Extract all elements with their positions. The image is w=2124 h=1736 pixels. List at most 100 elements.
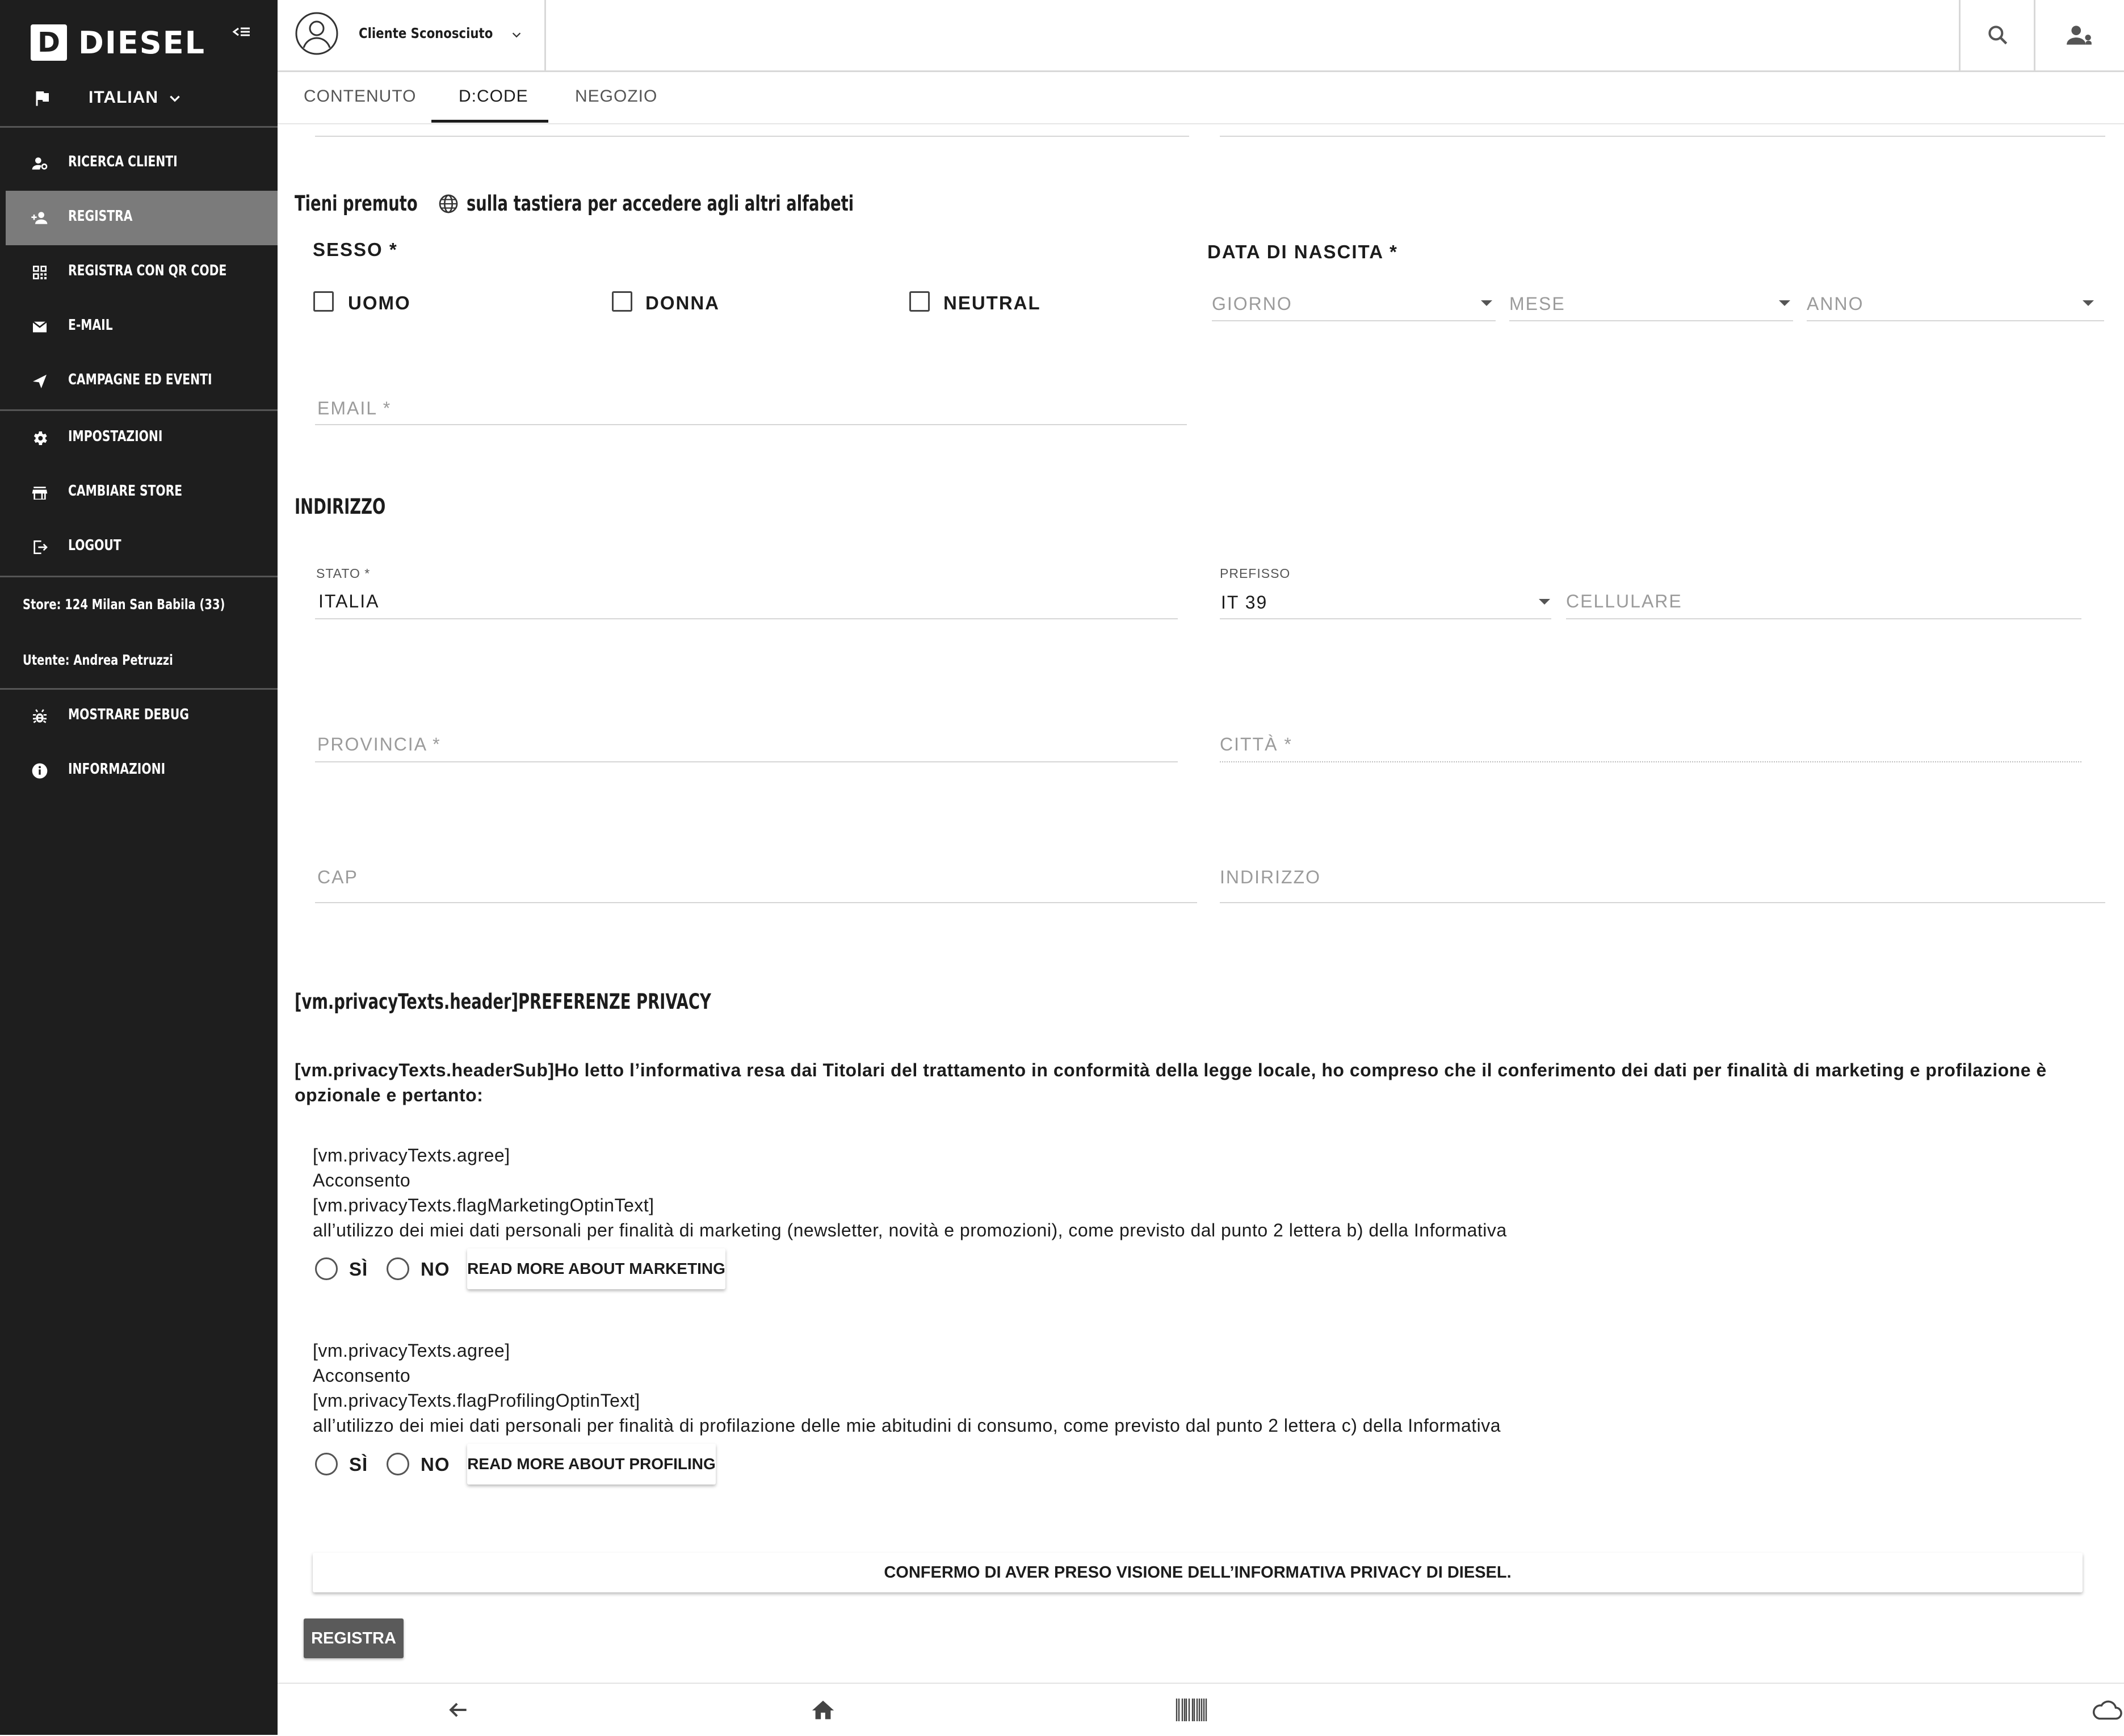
send-icon [31,372,49,391]
marketing-no-radio[interactable] [387,1257,409,1280]
consent-line: [vm.privacyTexts.agree] [313,1145,510,1165]
globe-icon [437,192,460,215]
sidebar-item-email[interactable]: E-MAIL [6,300,278,354]
birthdate-label: DATA DI NASCITA * [1207,241,1398,262]
person-settings-icon [2066,21,2094,49]
sidebar-item-logout[interactable]: LOGOUT [6,520,278,575]
radio-label[interactable]: NO [421,1454,450,1475]
field-underline [1509,320,1793,321]
search-button[interactable] [1961,0,2035,70]
field-underline [1220,902,2105,903]
tab-dcode[interactable]: D:CODE [459,87,528,106]
consent-line: all’utilizzo dei miei dati personali per… [313,1220,1507,1240]
sidebar-item-campagne[interactable]: CAMPAGNE ED EVENTI [6,354,278,409]
prefix-select[interactable]: IT 39 [1221,592,1267,613]
sidebar-item-label: REGISTRA CON QR CODE [68,262,227,279]
consent-line: [vm.privacyTexts.agree] [313,1340,510,1361]
barcode-icon[interactable] [1176,1697,1207,1722]
radio-label[interactable]: NO [421,1259,450,1280]
field-underline [315,761,1178,762]
user-info: Utente: Andrea Petruzzi [23,652,173,668]
read-more-profiling-button[interactable]: READ MORE ABOUT PROFILING [467,1444,716,1485]
home-icon[interactable] [810,1697,836,1724]
gender-checkbox-neutral[interactable] [909,291,930,312]
person-search-icon [31,154,49,173]
consent-line: all’utilizzo dei miei dati personali per… [313,1415,1501,1436]
field-underline [1807,320,2104,321]
mobile-input[interactable]: CELLULARE [1566,591,1682,612]
radio-label[interactable]: SÌ [349,1259,368,1280]
chevron-down-icon [167,91,182,106]
diesel-logo: D DIESEL [31,23,205,62]
divider [1959,0,1961,70]
street-input[interactable]: INDIRIZZO [1220,867,1321,888]
sidebar-item-impostazioni[interactable]: IMPOSTAZIONI [6,411,278,466]
email-input[interactable]: EMAIL * [317,398,391,419]
sidebar-item-label: CAMBIARE STORE [68,483,183,500]
sidebar-item-cambiare-store[interactable]: CAMBIARE STORE [6,466,278,520]
prefix-label: PREFISSO [1220,566,1291,581]
dropdown-caret-icon [2083,300,2094,306]
store-info: Store: 124 Milan San Babila (33) [23,596,225,613]
sidebar-item-label: RICERCA CLIENTI [68,153,178,170]
active-tab-indicator [431,120,548,123]
client-name[interactable]: Cliente Sconosciuto [359,25,493,41]
birth-year-select[interactable]: ANNO [1807,293,1863,315]
birth-month-select[interactable]: MESE [1509,293,1565,315]
gender-label: SESSO * [313,239,398,260]
sidebar-item-label: MOSTRARE DEBUG [68,706,189,723]
user-menu-button[interactable] [2037,0,2122,70]
sidebar: D DIESEL ITALIAN RICERCA CLIENTI REGISTR… [0,0,278,1735]
client-avatar-icon[interactable] [295,11,339,56]
marketing-yes-radio[interactable] [315,1257,338,1280]
sidebar-item-ricerca-clienti[interactable]: RICERCA CLIENTI [6,136,278,191]
sidebar-item-registra-qr[interactable]: REGISTRA CON QR CODE [6,245,278,300]
gender-option-label[interactable]: NEUTRAL [943,292,1041,314]
zip-input[interactable]: CAP [317,867,358,888]
keyboard-hint: Tieni premuto sulla tastiera per acceder… [295,191,990,216]
field-underline [315,136,1189,137]
field-underline [1566,618,2081,619]
tab-contenuto[interactable]: CONTENUTO [304,87,416,106]
radio-label[interactable]: SÌ [349,1454,368,1475]
sidebar-item-registra[interactable]: REGISTRA [6,191,278,245]
privacy-confirm-button[interactable]: CONFERMO DI AVER PRESO VISIONE DELL’INFO… [313,1553,2083,1592]
city-input[interactable]: CITTÀ * [1220,734,1292,755]
dropdown-caret-icon [1779,300,1790,306]
tab-negozio[interactable]: NEGOZIO [575,87,657,106]
info-icon [31,762,49,780]
language-label: ITALIAN [89,88,159,107]
sidebar-item-label: CAMPAGNE ED EVENTI [68,371,212,388]
consent-line: [vm.privacyTexts.flagProfilingOptinText] [313,1390,640,1411]
province-input[interactable]: PROVINCIA * [317,734,441,755]
flag-icon [32,88,52,108]
field-underline [315,424,1187,425]
birth-day-select[interactable]: GIORNO [1212,293,1292,315]
back-arrow-icon[interactable] [446,1697,471,1722]
collapse-menu-icon[interactable] [230,23,253,45]
divider [0,126,278,128]
read-more-marketing-button[interactable]: READ MORE ABOUT MARKETING [467,1248,725,1289]
gender-checkbox-uomo[interactable] [313,291,334,312]
keyboard-hint-text: Tieni premuto [295,191,418,216]
register-button[interactable]: REGISTRA [304,1618,404,1658]
cloud-icon[interactable] [2092,1697,2122,1722]
gender-option-label[interactable]: UOMO [348,292,411,314]
language-selector[interactable]: ITALIAN [0,77,278,122]
field-underline [1220,136,2105,137]
keyboard-hint-text: sulla tastiera per accedere agli altri a… [466,191,854,216]
gender-checkbox-donna[interactable] [612,291,632,312]
privacy-title: [vm.privacyTexts.header]PREFERENZE PRIVA… [295,989,711,1014]
profiling-no-radio[interactable] [387,1453,409,1475]
chevron-down-icon[interactable] [510,28,523,41]
sidebar-item-debug[interactable]: MOSTRARE DEBUG [6,689,278,744]
privacy-subtitle: [vm.privacyTexts.headerSub]Ho letto l’in… [295,1060,2047,1080]
logout-icon [31,538,49,556]
state-input[interactable]: ITALIA [318,591,379,612]
profiling-yes-radio[interactable] [315,1453,338,1475]
registration-form: Tieni premuto sulla tastiera per acceder… [278,124,2124,1683]
gender-option-label[interactable]: DONNA [645,292,720,314]
sidebar-item-informazioni[interactable]: INFORMAZIONI [6,744,278,798]
field-underline [315,902,1197,903]
sidebar-item-label: REGISTRA [68,208,133,225]
